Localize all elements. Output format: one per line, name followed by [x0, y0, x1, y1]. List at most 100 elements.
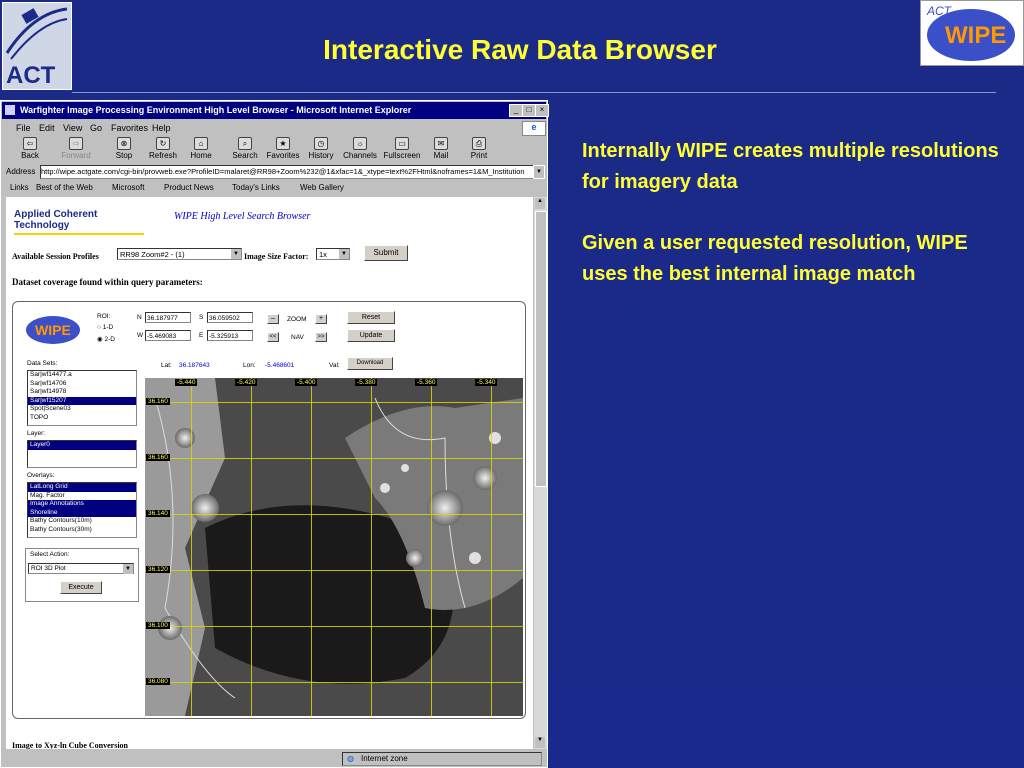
chevron-down-icon: ▼ [231, 249, 241, 259]
datasets-label: Data Sets: [27, 360, 58, 367]
overlay-item[interactable]: Bathy Contours(10m) [28, 517, 136, 526]
sar-image [145, 378, 523, 716]
address-dropdown-icon[interactable]: ▼ [533, 165, 545, 179]
roi-1d-radio[interactable]: ○ 1-D [97, 324, 113, 331]
sar-image-view[interactable]: -5.440 -5.420 -5.400 -5.380 -5.360 -5.340 36.1… [145, 378, 523, 716]
overlay-item[interactable]: LatLong Grid [28, 483, 136, 492]
fullscreen-button[interactable]: ▭ Fullscreen [383, 137, 421, 160]
link-web-gallery[interactable]: Web Gallery [300, 183, 344, 192]
south-input[interactable]: 36.059502 [207, 312, 253, 323]
address-input[interactable]: http://wipe.actgate.com/cgi-bin/provweb.… [40, 165, 534, 179]
s-label: S [199, 314, 204, 321]
coverage-heading: Dataset coverage found within query para… [12, 277, 203, 287]
zoom-in-button[interactable]: + [315, 314, 327, 324]
ie-icon [5, 105, 15, 115]
grid-line-horizontal [145, 682, 523, 683]
nav-left-button[interactable]: << [267, 332, 279, 342]
svg-text:WIPE: WIPE [35, 322, 71, 338]
west-input[interactable]: -5.469083 [145, 330, 191, 341]
submit-button[interactable]: Submit [364, 245, 408, 261]
layer-item[interactable]: Layer0 [28, 441, 136, 450]
refresh-button[interactable]: ↻ Refresh [144, 137, 182, 160]
fullscreen-icon: ▭ [395, 137, 409, 150]
menu-view[interactable]: View [63, 123, 82, 133]
east-input[interactable]: -5.325913 [207, 330, 253, 341]
query-panel: WIPE ROI: ○ 1-D ◉ 2-D N 36.187977 S 36.0… [12, 301, 526, 719]
grid-line-vertical [191, 378, 192, 716]
reset-button[interactable]: Reset [347, 311, 395, 324]
datasets-listbox[interactable]: Sar|wf14477.a Sar|wf14706 Sar|wf14978 Sa… [27, 370, 137, 426]
link-product-news[interactable]: Product News [164, 183, 214, 192]
menu-favorites[interactable]: Favorites [111, 123, 148, 133]
size-factor-select[interactable]: 1x ▼ [316, 248, 350, 260]
grid-line-horizontal [145, 458, 523, 459]
footer-heading: Image to Xyz-ln Cube Conversion [12, 741, 128, 749]
channels-button[interactable]: ☼ Channels [341, 137, 379, 160]
link-best-of-web[interactable]: Best of the Web [36, 183, 93, 192]
select-action-label: Select Action: [30, 551, 70, 558]
lon-label: Lon: [243, 362, 256, 369]
channels-icon: ☼ [353, 137, 367, 150]
forward-button[interactable]: ⇨ Forward [57, 137, 95, 160]
favorites-icon: ★ [276, 137, 290, 150]
download-button[interactable]: Download [347, 357, 393, 370]
minimize-button[interactable]: _ [509, 104, 523, 117]
dataset-item[interactable]: TOPO [28, 414, 136, 423]
dataset-item[interactable]: Sar|wf14706 [28, 380, 136, 389]
execute-button[interactable]: Execute [60, 581, 102, 594]
size-factor-label: Image Size Factor: [244, 252, 309, 261]
north-input[interactable]: 36.187977 [145, 312, 191, 323]
zone-label: Internet zone [361, 754, 408, 763]
link-todays-links[interactable]: Today's Links [232, 183, 280, 192]
scroll-thumb[interactable] [535, 211, 547, 487]
links-bar: Links Best of the Web Microsoft Product … [2, 181, 546, 195]
print-icon: ⎙ [472, 137, 486, 150]
chevron-down-icon: ▼ [123, 564, 133, 574]
zoom-out-button[interactable]: – [267, 314, 279, 324]
grid-line-vertical [491, 378, 492, 716]
action-select[interactable]: ROI 3D Plot ▼ [28, 563, 134, 574]
stop-button[interactable]: ⊗ Stop [105, 137, 143, 160]
back-icon: ⇦ [23, 137, 37, 150]
nav-right-button[interactable]: >> [315, 332, 327, 342]
scroll-down-icon[interactable]: ▼ [535, 737, 545, 748]
dataset-item[interactable]: Sar|wf14477.a [28, 371, 136, 380]
longitude-label: -5.380 [355, 379, 378, 386]
history-button[interactable]: ◷ History [302, 137, 340, 160]
home-button[interactable]: ⌂ Home [182, 137, 220, 160]
menu-file[interactable]: File [16, 123, 31, 133]
layer-listbox[interactable]: Layer0 [27, 440, 137, 468]
close-button[interactable]: × [535, 104, 549, 117]
bullet-1: Internally WIPE creates multiple resolut… [582, 140, 999, 193]
title-divider [72, 92, 996, 93]
search-button[interactable]: ⌕ Search [226, 137, 264, 160]
back-button[interactable]: ⇦ Back [11, 137, 49, 160]
menu-edit[interactable]: Edit [39, 123, 55, 133]
link-microsoft[interactable]: Microsoft [112, 183, 144, 192]
act-logo-text: ACT [6, 62, 56, 89]
scroll-up-icon[interactable]: ▲ [535, 198, 545, 209]
window-title: Warfighter Image Processing Environment … [20, 105, 412, 115]
overlay-item[interactable]: Mag. Factor [28, 492, 136, 501]
maximize-button[interactable]: □ [522, 104, 536, 117]
favorites-button[interactable]: ★ Favorites [264, 137, 302, 160]
menu-go[interactable]: Go [90, 123, 102, 133]
dataset-item[interactable]: Spot|Scene03 [28, 405, 136, 414]
longitude-label: -5.400 [295, 379, 318, 386]
page-header: WIPE High Level Search Browser [174, 211, 311, 222]
act-logo: ACT [0, 0, 72, 92]
overlay-item[interactable]: Bathy Contours(30m) [28, 526, 136, 535]
dataset-item-selected[interactable]: Sar|wf15207 [28, 396, 136, 405]
update-button[interactable]: Update [347, 329, 395, 342]
profile-select[interactable]: RR98 Zoom#2 - (1) ▼ [117, 248, 242, 260]
overlay-item[interactable]: Shoreline [28, 508, 136, 517]
print-button[interactable]: ⎙ Print [460, 137, 498, 160]
vertical-scrollbar[interactable]: ▲ ▼ [534, 197, 547, 749]
dataset-item[interactable]: Sar|wf14978 [28, 388, 136, 397]
mail-button[interactable]: ✉ Mail [422, 137, 460, 160]
overlay-item[interactable]: Image Annotations [28, 500, 136, 509]
menu-help[interactable]: Help [152, 123, 171, 133]
wipe-logo: WIPE ACT [920, 0, 1024, 66]
overlays-listbox[interactable]: LatLong Grid Mag. Factor Image Annotatio… [27, 482, 137, 538]
roi-2d-radio[interactable]: ◉ 2-D [97, 335, 115, 343]
